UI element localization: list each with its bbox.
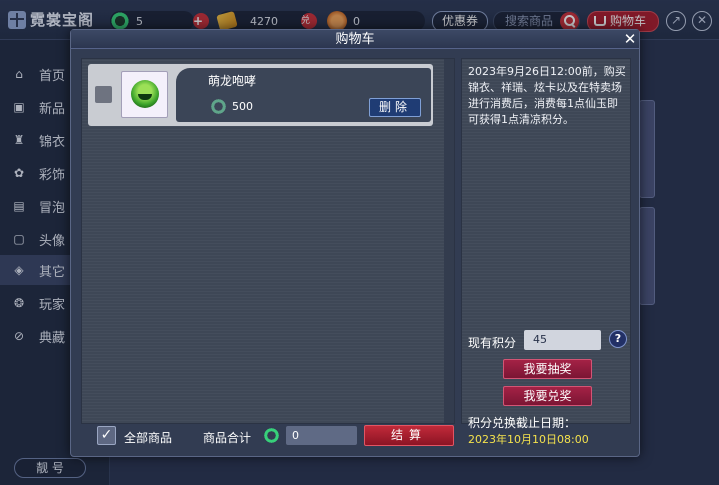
scrollbar[interactable] (444, 59, 454, 423)
lottery-button[interactable]: 我要抽奖 (503, 359, 592, 379)
cart-item-list: 萌龙咆哮 500 删除 (81, 58, 455, 424)
deadline-label: 积分兑换截止日期： (468, 416, 577, 430)
points-field: 45 (524, 330, 601, 350)
item-price: 500 (232, 100, 253, 113)
redeem-button[interactable]: 我要兑奖 (503, 386, 592, 406)
delete-button[interactable]: 删除 (369, 98, 421, 117)
close-icon[interactable]: ✕ (621, 30, 639, 49)
modal-title-bar: 购物车 ✕ (71, 30, 639, 49)
jade-icon (263, 427, 280, 444)
points-label: 现有积分 (468, 336, 517, 350)
dragon-icon (131, 80, 159, 108)
promo-panel: 2023年9月26日12:00前，购买锦衣、祥瑞、炫卡以及在特卖场进行消费后，消… (461, 58, 631, 446)
item-info: 萌龙咆哮 500 删除 (176, 68, 431, 122)
item-thumbnail (121, 71, 168, 118)
list-item: 萌龙咆哮 500 删除 (88, 64, 433, 126)
cart-modal: 购物车 ✕ 萌龙咆哮 500 删除 2023年9月26日12:00前，购买锦衣、… (70, 29, 640, 457)
item-name: 萌龙咆哮 (208, 74, 257, 88)
select-all-label: 全部商品 (124, 431, 173, 445)
total-field: 0 (286, 426, 357, 445)
help-icon[interactable]: ? (609, 330, 627, 348)
modal-title: 购物车 (335, 32, 375, 47)
item-checkbox[interactable] (95, 86, 112, 103)
jade-icon (210, 98, 227, 115)
total-label: 商品合计 (203, 431, 252, 445)
checkout-button[interactable]: 结算 (364, 425, 454, 446)
select-all-checkbox[interactable]: ✓ (97, 426, 116, 445)
deadline-date: 2023年10月10日08:00 (468, 433, 589, 446)
promo-text: 2023年9月26日12:00前，购买锦衣、祥瑞、炫卡以及在特卖场进行消费后，消… (468, 65, 626, 126)
